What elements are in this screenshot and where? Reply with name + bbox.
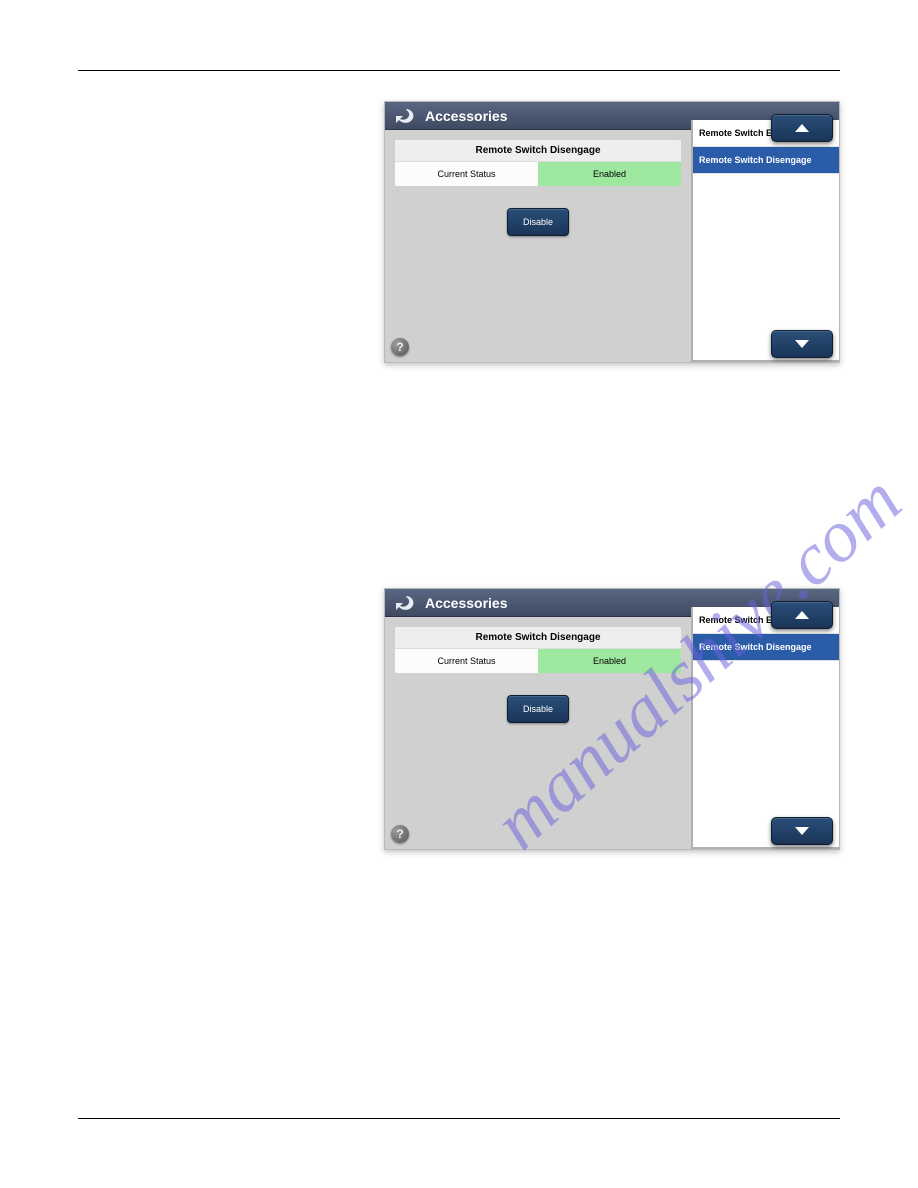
scroll-up-button[interactable] [771,601,833,629]
main-area: Remote Switch Disengage Current Status E… [385,617,691,849]
top-rule [78,70,840,71]
status-label: Current Status [395,162,538,186]
back-arrow-icon[interactable] [393,593,417,613]
help-icon[interactable]: ? [391,338,409,356]
scroll-up-button[interactable] [771,114,833,142]
status-value: Enabled [538,162,681,186]
panel-body: Remote Switch Disengage Current Status E… [385,617,839,849]
status-value: Enabled [538,649,681,673]
chevron-up-icon [793,609,811,621]
chevron-up-icon [793,122,811,134]
chevron-down-icon [793,338,811,350]
status-row: Current Status Enabled [395,162,681,186]
panel-title: Accessories [425,595,508,611]
chevron-down-icon [793,825,811,837]
scroll-down-button[interactable] [771,817,833,845]
accessories-panel-2: Accessories Remote Switch Disengage Curr… [384,588,840,850]
side-item-disengage[interactable]: Remote Switch Disengage [693,634,839,661]
side-list: Remote Switch Engage Remote Switch Disen… [691,607,839,849]
panel-body: Remote Switch Disengage Current Status E… [385,130,839,362]
main-area: Remote Switch Disengage Current Status E… [385,130,691,362]
status-card: Remote Switch Disengage Current Status E… [395,627,681,673]
disable-button[interactable]: Disable [507,695,569,723]
side-item-disengage[interactable]: Remote Switch Disengage [693,147,839,174]
scroll-down-button[interactable] [771,330,833,358]
help-icon[interactable]: ? [391,825,409,843]
status-card-title: Remote Switch Disengage [395,140,681,162]
back-arrow-icon[interactable] [393,106,417,126]
panel-title: Accessories [425,108,508,124]
accessories-panel-1: Accessories Remote Switch Disengage Curr… [384,101,840,363]
status-row: Current Status Enabled [395,649,681,673]
disable-button[interactable]: Disable [507,208,569,236]
status-card-title: Remote Switch Disengage [395,627,681,649]
status-card: Remote Switch Disengage Current Status E… [395,140,681,186]
side-list: Remote Switch Engage Remote Switch Disen… [691,120,839,362]
status-label: Current Status [395,649,538,673]
bottom-rule [78,1118,840,1119]
